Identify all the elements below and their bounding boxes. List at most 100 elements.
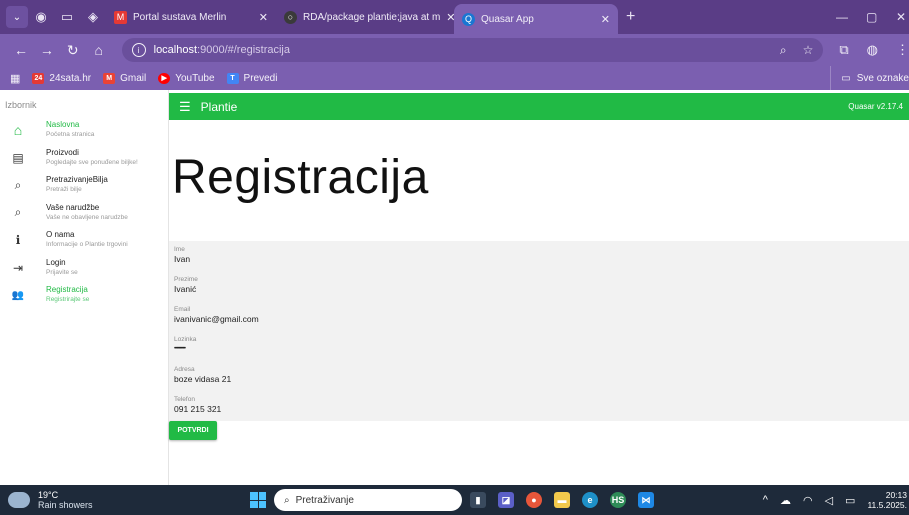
nav-title: Vaše narudžbe xyxy=(46,202,100,212)
pinned-tab-1[interactable]: ◉ xyxy=(28,0,54,34)
browser-tab-strip: ⌄ ◉ ▭ ◈ M Portal sustava Merlin ✕ ○ RDA/… xyxy=(0,0,909,34)
group-add-icon: 👥 xyxy=(11,289,25,301)
bookmark-24sata[interactable]: 24 24sata.hr xyxy=(32,72,91,84)
tab-title: Quasar App xyxy=(481,13,534,25)
registration-form: Ime Ivan Prezime Ivanić Email ivanivanic… xyxy=(169,241,909,421)
all-bookmarks-folder[interactable]: ▭ Sve oznake xyxy=(830,66,909,90)
tab-merlin[interactable]: M Portal sustava Merlin ✕ xyxy=(106,0,276,34)
nav-item-login[interactable]: ⇥ Login Prijavite se xyxy=(0,256,168,284)
vscode-icon[interactable]: ⋈ xyxy=(638,492,654,508)
ime-field[interactable]: Ime Ivan xyxy=(174,245,190,265)
prezime-field[interactable]: Prezime Ivanić xyxy=(174,275,198,295)
home-button-icon[interactable]: ⌂ xyxy=(86,42,112,58)
nav-item-proizvodi[interactable]: ▤ Proizvodi Pogledajte sve ponuđene biljk… xyxy=(0,146,168,174)
field-value: Ivan xyxy=(174,254,191,264)
browser-app-icon[interactable]: ● xyxy=(526,492,542,508)
menu-hamburger-icon[interactable]: ☰ xyxy=(179,99,191,115)
nav-drawer: Izbornik ⌂ Naslovna Početna stranica ▤ Pr… xyxy=(0,90,169,485)
system-tray: ^ ☁ ◠ ◁ ▭ 20:13 11.5.2025. xyxy=(763,485,909,515)
bookmark-prevedi[interactable]: T Prevedi xyxy=(226,72,277,84)
tab-title: Portal sustava Merlin xyxy=(133,11,227,23)
nav-item-registracija[interactable]: 👥 Registracija Registrirajte se xyxy=(0,283,168,311)
telefon-field[interactable]: Telefon 091 215 321 xyxy=(174,395,221,415)
reload-icon[interactable]: ↻ xyxy=(60,42,86,59)
adresa-field[interactable]: Adresa boze vidasa 21 xyxy=(174,365,231,385)
browser-toolbar: ← → ↻ ⌂ i localhost :9000/#/registracija… xyxy=(0,34,909,66)
field-label: Ime xyxy=(174,246,185,253)
info-icon: ℹ xyxy=(15,233,21,247)
tab-quasar-app[interactable]: Q Quasar App ✕ xyxy=(454,4,618,34)
profile-avatar[interactable]: ◍ xyxy=(867,42,878,58)
zoom-icon[interactable]: ⌕ xyxy=(780,43,787,58)
field-value: ivanivanic@gmail.com xyxy=(174,314,259,324)
chevron-up-icon[interactable]: ^ xyxy=(763,494,768,506)
minimize-window-button[interactable]: — xyxy=(836,0,848,34)
weather-text: Rain showers xyxy=(38,500,93,510)
weather-widget[interactable]: 19°C Rain showers xyxy=(8,490,93,510)
nav-subtitle: Prijavite se xyxy=(46,268,78,276)
lozinka-field[interactable]: Lozinka •••••••••• xyxy=(174,335,196,355)
close-tab-icon[interactable]: ✕ xyxy=(595,13,610,26)
tab-rda-package[interactable]: ○ RDA/package plantie;java at m ✕ xyxy=(276,0,454,34)
restore-window-button[interactable]: ▢ xyxy=(866,0,877,34)
address-bar[interactable]: i localhost :9000/#/registracija ⌕ ☆ xyxy=(121,38,824,62)
nav-item-narudzbe[interactable]: ⌕ Vaše narudžbe Vaše ne obavljene narudzb… xyxy=(0,201,168,229)
forward-arrow-icon[interactable]: → xyxy=(34,42,60,58)
close-tab-icon[interactable]: ✕ xyxy=(440,11,454,24)
app-icon[interactable]: ◪ xyxy=(498,492,514,508)
menu-kebab-icon[interactable]: ⋮ xyxy=(896,42,909,58)
nav-subtitle: Početna stranica xyxy=(46,131,95,138)
bookmark-label: Gmail xyxy=(120,72,147,84)
start-windows-icon[interactable] xyxy=(250,492,266,508)
nav-title: Proizvodi xyxy=(46,147,79,157)
back-arrow-icon[interactable]: ← xyxy=(8,42,34,58)
quasar-version: Quasar v2.17.4 xyxy=(848,102,903,111)
nav-title: Registracija xyxy=(46,285,88,294)
home-icon: ⌂ xyxy=(13,122,23,138)
field-value: 091 215 321 xyxy=(174,404,222,414)
taskbar-search-input[interactable]: ⌕ Pretraživanje xyxy=(274,489,462,511)
app-hs-icon[interactable]: HS xyxy=(610,492,626,508)
bookmark-star-icon[interactable]: ☆ xyxy=(803,43,814,58)
bookmark-gmail[interactable]: M Gmail xyxy=(103,72,147,84)
pinned-tab-2[interactable]: ▭ xyxy=(54,0,80,34)
volume-icon[interactable]: ◁ xyxy=(825,494,833,507)
24sata-icon: 24 xyxy=(32,72,45,84)
site-info-icon[interactable]: i xyxy=(131,43,146,57)
nav-item-o-nama[interactable]: ℹ O nama Informacije o Plantie trgovini xyxy=(0,228,168,256)
field-value: boze vidasa 21 xyxy=(174,374,232,384)
translate-icon: T xyxy=(226,72,239,84)
field-value: •••••••••• xyxy=(174,346,186,352)
tab-title: RDA/package plantie;java at m xyxy=(303,11,441,23)
search-icon: ⌕ xyxy=(14,205,22,219)
wifi-icon[interactable]: ◠ xyxy=(803,494,813,507)
drawer-heading: Izbornik xyxy=(5,100,37,110)
clock[interactable]: 20:13 11.5.2025. xyxy=(867,490,907,510)
file-explorer-icon[interactable]: ▬ xyxy=(554,492,570,508)
bookmark-youtube[interactable]: ▶ YouTube xyxy=(158,72,215,84)
pinned-tab-3[interactable]: ◈ xyxy=(80,0,106,34)
nav-item-pretrazivanje[interactable]: ⌕ PretrazivanjeBiljа Pretraži bilje xyxy=(0,173,168,201)
nav-item-naslovna[interactable]: ⌂ Naslovna Početna stranica xyxy=(0,118,168,146)
edge-icon[interactable]: e xyxy=(582,492,598,508)
app-page: Izbornik ⌂ Naslovna Početna stranica ▤ Pr… xyxy=(0,90,909,485)
nav-title: Login xyxy=(46,257,66,267)
search-icon: ⌕ xyxy=(14,177,22,192)
page-title: Registracija xyxy=(172,151,429,204)
nav-subtitle: Pretraži bilje xyxy=(46,186,82,193)
github-favicon-icon: ○ xyxy=(284,10,297,24)
submit-button[interactable]: POTVRDI xyxy=(169,421,217,440)
extensions-icon[interactable]: ⧉ xyxy=(839,42,848,58)
nav-subtitle: Registrirajte se xyxy=(46,296,90,303)
tab-search-button[interactable]: ⌄ xyxy=(6,6,28,28)
close-window-button[interactable]: ✕ xyxy=(896,0,906,34)
task-view-icon[interactable]: ▮ xyxy=(470,492,486,508)
email-field[interactable]: Email ivanivanic@gmail.com xyxy=(174,305,259,325)
cloud-icon[interactable]: ☁ xyxy=(780,494,791,507)
apps-grid-icon[interactable]: ▦ xyxy=(10,72,20,85)
close-tab-icon[interactable]: ✕ xyxy=(253,11,268,24)
field-label: Email xyxy=(174,306,191,313)
new-tab-button[interactable]: + xyxy=(626,8,635,26)
battery-icon[interactable]: ▭ xyxy=(845,494,855,507)
field-label: Adresa xyxy=(174,366,195,373)
